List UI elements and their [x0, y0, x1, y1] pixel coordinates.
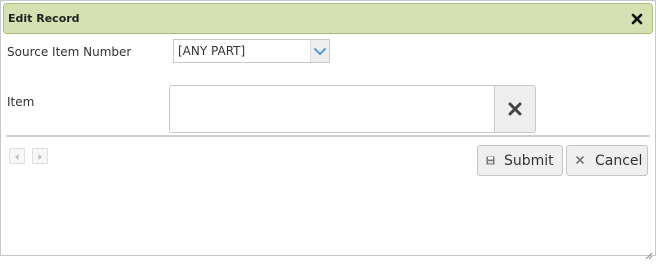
dialog-titlebar[interactable]: Edit Record: [3, 3, 653, 34]
cancel-button-label: Cancel: [595, 153, 643, 169]
chevron-down-icon: [314, 48, 326, 55]
next-record-button[interactable]: [32, 148, 48, 164]
edit-record-dialog: Edit Record Source Item Number [ANY PART…: [0, 0, 656, 260]
item-clear-button[interactable]: [494, 85, 536, 133]
dialog-close-button[interactable]: [630, 11, 644, 25]
cancel-button[interactable]: Cancel: [566, 145, 648, 176]
save-icon: [486, 156, 495, 165]
close-icon: [631, 13, 643, 25]
source-item-number-select[interactable]: [ANY PART]: [173, 39, 330, 63]
prev-record-button[interactable]: [9, 148, 25, 164]
close-icon: [576, 156, 584, 164]
submit-button[interactable]: Submit: [477, 145, 563, 176]
triangle-left-icon: [15, 154, 19, 160]
resize-grip[interactable]: [645, 245, 653, 260]
item-input[interactable]: [169, 85, 495, 133]
source-item-number-label: Source Item Number: [7, 45, 132, 59]
submit-button-label: Submit: [504, 153, 554, 169]
resize-grip-icon: [645, 252, 653, 260]
clear-icon: [508, 102, 522, 116]
source-item-number-value: [ANY PART]: [178, 44, 246, 58]
triangle-right-icon: [38, 154, 42, 160]
form-divider: [6, 135, 650, 137]
item-label: Item: [7, 95, 35, 109]
dialog-title: Edit Record: [8, 12, 80, 25]
select-arrow[interactable]: [310, 40, 329, 62]
